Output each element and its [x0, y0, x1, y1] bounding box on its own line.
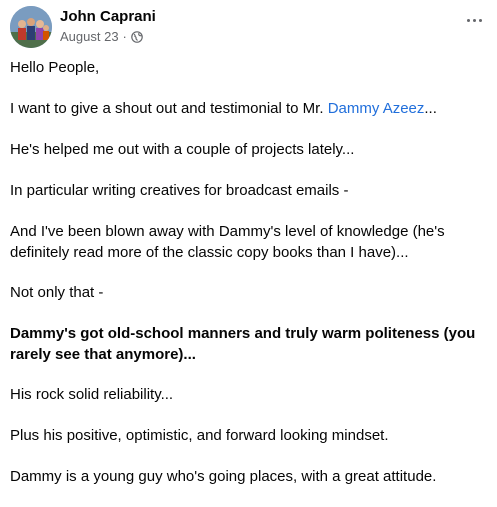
meta-separator: ·	[122, 29, 127, 44]
paragraph-greeting: Hello People,	[10, 59, 100, 76]
globe-icon[interactable]	[131, 30, 143, 43]
shoutout-text: I want to give a shout out and testimoni…	[10, 100, 328, 117]
more-options-button[interactable]	[461, 10, 487, 30]
paragraph-not-only: Not only that -	[10, 284, 104, 301]
paragraph-shoutout: I want to give a shout out and testimoni…	[10, 98, 483, 119]
more-options-icon	[466, 18, 470, 22]
paragraph-projects: He's helped me out with a couple of proj…	[10, 141, 355, 158]
post-meta: August 23 ·	[60, 29, 143, 44]
more-options-dot	[472, 18, 476, 22]
paragraph-knowledge: And I've been blown away with Dammy's le…	[10, 223, 445, 261]
post-body: Hello People, I want to give a shout out…	[10, 57, 483, 507]
shoutout-ellipsis: ...	[424, 100, 437, 117]
paragraph-manners: Dammy's got old-school manners and truly…	[10, 325, 476, 363]
author-avatar[interactable]	[10, 6, 52, 48]
facebook-post: John Caprani August 23 · Hello People, I…	[0, 0, 497, 496]
author-name[interactable]: John Caprani	[60, 8, 156, 25]
paragraph-creatives: In particular writing creatives for broa…	[10, 182, 349, 199]
paragraph-mindset: Plus his positive, optimistic, and forwa…	[10, 427, 389, 444]
post-date[interactable]: August 23	[60, 29, 119, 44]
paragraph-reliability: His rock solid reliability...	[10, 386, 174, 403]
post-header: John Caprani August 23 ·	[10, 6, 487, 50]
mention-link[interactable]: Dammy Azeez	[328, 100, 425, 117]
profile-photo-icon	[10, 6, 52, 48]
more-options-dot	[478, 18, 482, 22]
paragraph-attitude: Dammy is a young guy who's going places,…	[10, 468, 437, 485]
